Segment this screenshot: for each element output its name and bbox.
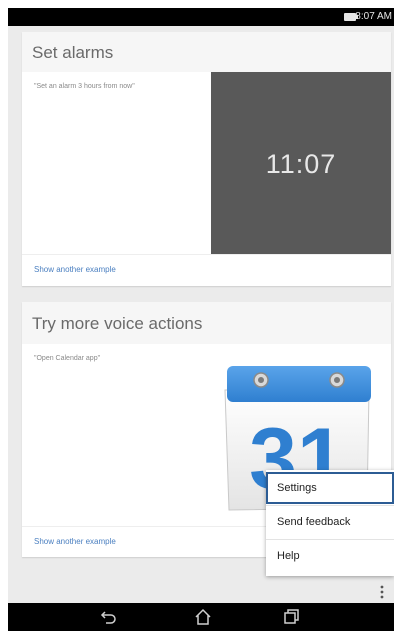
example-phrase: "Open Calendar app" [34,355,101,362]
menu-item-send-feedback[interactable]: Send feedback [266,506,394,538]
menu-item-settings[interactable]: Settings [266,472,394,504]
back-icon[interactable] [99,607,119,627]
status-bar: 8:07 AM [8,8,394,26]
status-time: 8:07 AM [355,11,392,22]
navigation-bar [8,603,394,631]
clock-panel: 11:07 [211,72,391,254]
card-footer: Show another example [22,254,391,286]
show-another-example-link[interactable]: Show another example [34,537,116,546]
overflow-menu-icon[interactable] [378,584,386,600]
recents-icon[interactable] [281,607,301,627]
battery-icon [344,13,358,21]
alarms-card: Set alarms "Set an alarm 3 hours from no… [22,32,391,286]
card-title: Try more voice actions [32,314,203,333]
example-phrase: "Set an alarm 3 hours from now" [34,83,135,90]
overflow-menu: Settings Send feedback Help [266,470,394,576]
menu-item-help[interactable]: Help [266,540,394,572]
clock-time: 11:07 [265,149,337,179]
card-body: "Set an alarm 3 hours from now" 11:07 [22,72,391,254]
card-title: Set alarms [32,43,114,62]
show-another-example-link[interactable]: Show another example [34,265,116,274]
app-screen: 8:07 AM Set alarms "Set an alarm 3 hours… [8,8,394,631]
action-bar [8,582,394,602]
home-icon[interactable] [193,607,213,627]
